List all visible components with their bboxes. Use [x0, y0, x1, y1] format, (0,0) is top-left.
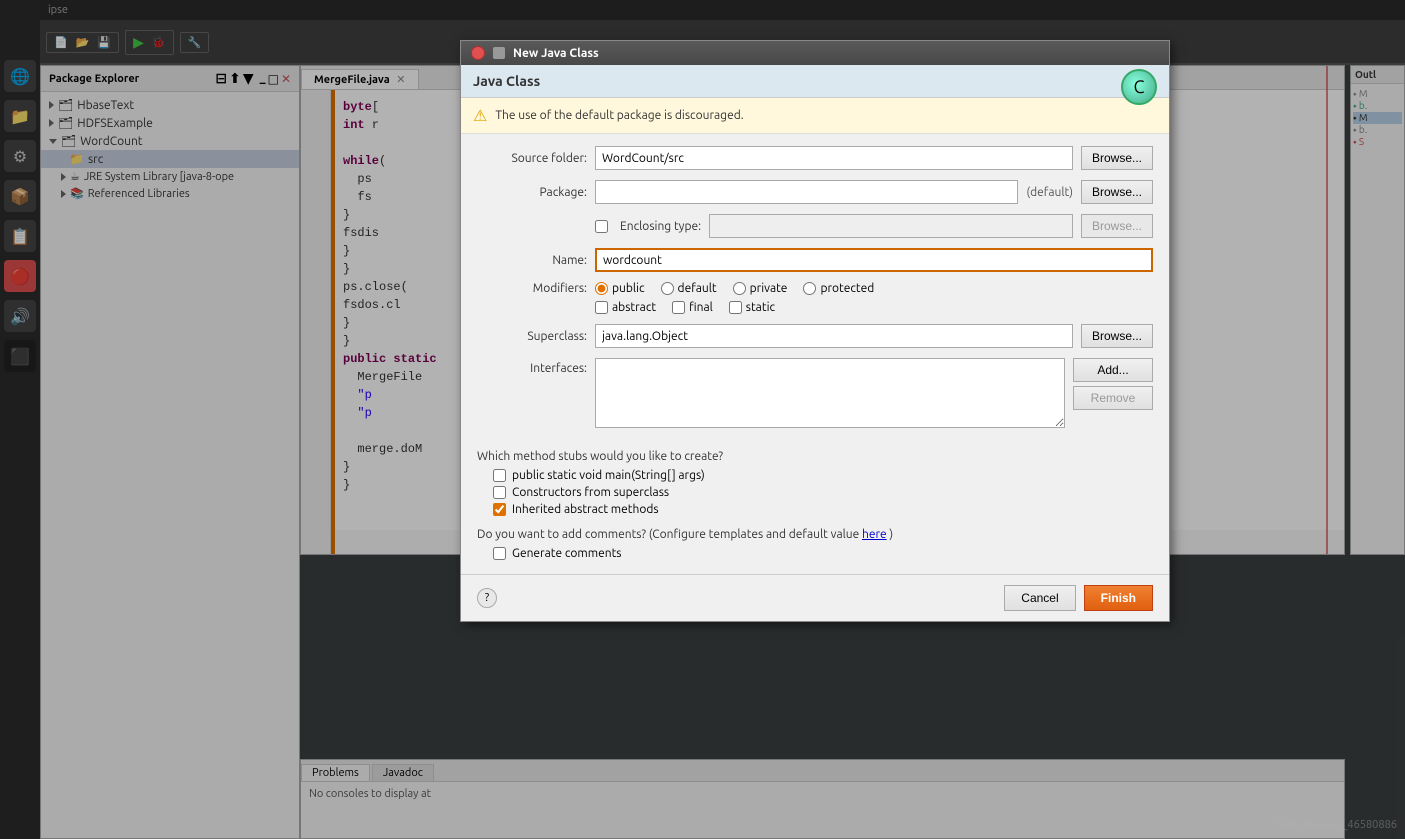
cancel-button[interactable]: Cancel [1004, 585, 1075, 611]
comments-link-suffix: ) [889, 528, 893, 541]
package-input[interactable] [595, 180, 1018, 204]
generate-comments-row[interactable]: Generate comments [493, 547, 1153, 560]
dialog-close-button[interactable] [471, 46, 485, 60]
enclosing-type-browse-btn: Browse... [1081, 214, 1153, 238]
warning-bar: ⚠ The use of the default package is disc… [461, 98, 1169, 134]
help-button[interactable]: ? [477, 588, 497, 608]
modifier-private-label: private [750, 282, 788, 295]
dialog-titlebar: New Java Class [461, 41, 1169, 65]
comments-link[interactable]: here [862, 528, 887, 541]
source-folder-label: Source folder: [477, 152, 587, 165]
stubs-title: Which method stubs would you like to cre… [477, 450, 1153, 463]
stub-main-label: public static void main(String[] args) [512, 469, 705, 482]
warning-text: The use of the default package is discou… [495, 109, 743, 122]
modifier-public[interactable]: public [595, 282, 645, 295]
dialog-section-title: Java Class [473, 73, 540, 89]
stub-main-checkbox[interactable] [493, 469, 506, 482]
modifier-abstract-label: abstract [612, 301, 656, 314]
dialog-title: New Java Class [513, 47, 599, 60]
stubs-section: Which method stubs would you like to cre… [461, 450, 1169, 528]
modifier-protected[interactable]: protected [803, 282, 874, 295]
warning-icon: ⚠ [473, 106, 487, 125]
comments-section: Do you want to add comments? (Configure … [461, 528, 1169, 574]
stub-inherited-label: Inherited abstract methods [512, 503, 659, 516]
package-label: Package: [477, 186, 587, 199]
dialog-form: Source folder: Browse... Package: (defau… [461, 134, 1169, 450]
interfaces-remove-btn: Remove [1073, 386, 1153, 410]
superclass-row: Superclass: Browse... [477, 324, 1153, 348]
modifiers-radio-group: public default private protected [595, 282, 874, 295]
eclipse-logo-container: C [1121, 69, 1157, 105]
modifier-default[interactable]: default [661, 282, 717, 295]
source-folder-browse-btn[interactable]: Browse... [1081, 146, 1153, 170]
modifier-protected-label: protected [820, 282, 874, 295]
modifier-private-radio[interactable] [733, 282, 746, 295]
package-row: Package: (default) Browse... [477, 180, 1153, 204]
modifier-final[interactable]: final [672, 301, 713, 314]
modifier-private[interactable]: private [733, 282, 788, 295]
interfaces-row: Interfaces: Add... Remove [477, 358, 1153, 428]
superclass-input[interactable] [595, 324, 1073, 348]
dialog-footer: ? Cancel Finish [461, 574, 1169, 621]
source-folder-row: Source folder: Browse... [477, 146, 1153, 170]
modifiers-row: Modifiers: public default private [477, 282, 1153, 295]
comments-line: Do you want to add comments? (Configure … [477, 528, 1153, 541]
modifier-public-radio[interactable] [595, 282, 608, 295]
interfaces-label: Interfaces: [477, 358, 587, 375]
modifier-abstract-checkbox[interactable] [595, 301, 608, 314]
modifier-public-label: public [612, 282, 645, 295]
package-default-text: (default) [1026, 186, 1073, 199]
superclass-label: Superclass: [477, 330, 587, 343]
modifier-static-checkbox[interactable] [729, 301, 742, 314]
modifier-default-radio[interactable] [661, 282, 674, 295]
modifier-default-label: default [678, 282, 717, 295]
stub-constructors[interactable]: Constructors from superclass [493, 486, 1153, 499]
stub-inherited-checkbox[interactable] [493, 503, 506, 516]
modifiers-label: Modifiers: [477, 282, 587, 295]
generate-comments-label: Generate comments [512, 547, 622, 560]
extra-modifiers-row: abstract final static [595, 301, 1153, 314]
generate-comments-checkbox[interactable] [493, 547, 506, 560]
eclipse-logo: C [1121, 69, 1157, 105]
name-label: Name: [477, 254, 587, 267]
dialog-section-header-row: Java Class C [461, 65, 1169, 98]
superclass-browse-btn[interactable]: Browse... [1081, 324, 1153, 348]
enclosing-type-label: Enclosing type: [620, 220, 701, 233]
interfaces-add-btn[interactable]: Add... [1073, 358, 1153, 382]
name-row: Name: [477, 248, 1153, 272]
enclosing-type-checkbox[interactable] [595, 220, 608, 233]
stub-main-method[interactable]: public static void main(String[] args) [493, 469, 1153, 482]
modifier-final-checkbox[interactable] [672, 301, 685, 314]
stub-constructors-label: Constructors from superclass [512, 486, 669, 499]
package-browse-btn[interactable]: Browse... [1081, 180, 1153, 204]
interfaces-btn-group: Add... Remove [1073, 358, 1153, 410]
dialog-minimize-button[interactable] [493, 47, 505, 59]
dialog-body: Java Class C ⚠ The use of the default pa… [461, 65, 1169, 621]
modifier-protected-radio[interactable] [803, 282, 816, 295]
modifier-static[interactable]: static [729, 301, 775, 314]
comments-text: Do you want to add comments? (Configure … [477, 528, 859, 541]
enclosing-type-input[interactable] [709, 214, 1073, 238]
modifier-final-label: final [689, 301, 713, 314]
enclosing-type-row: Enclosing type: Browse... [477, 214, 1153, 238]
source-folder-input[interactable] [595, 146, 1073, 170]
modifier-static-label: static [746, 301, 775, 314]
new-java-class-dialog: New Java Class Java Class C ⚠ The use of… [460, 40, 1170, 622]
interfaces-input[interactable] [595, 358, 1065, 428]
name-input[interactable] [595, 248, 1153, 272]
finish-button[interactable]: Finish [1084, 585, 1153, 611]
stub-constructors-checkbox[interactable] [493, 486, 506, 499]
modifier-abstract[interactable]: abstract [595, 301, 656, 314]
stub-inherited[interactable]: Inherited abstract methods [493, 503, 1153, 516]
